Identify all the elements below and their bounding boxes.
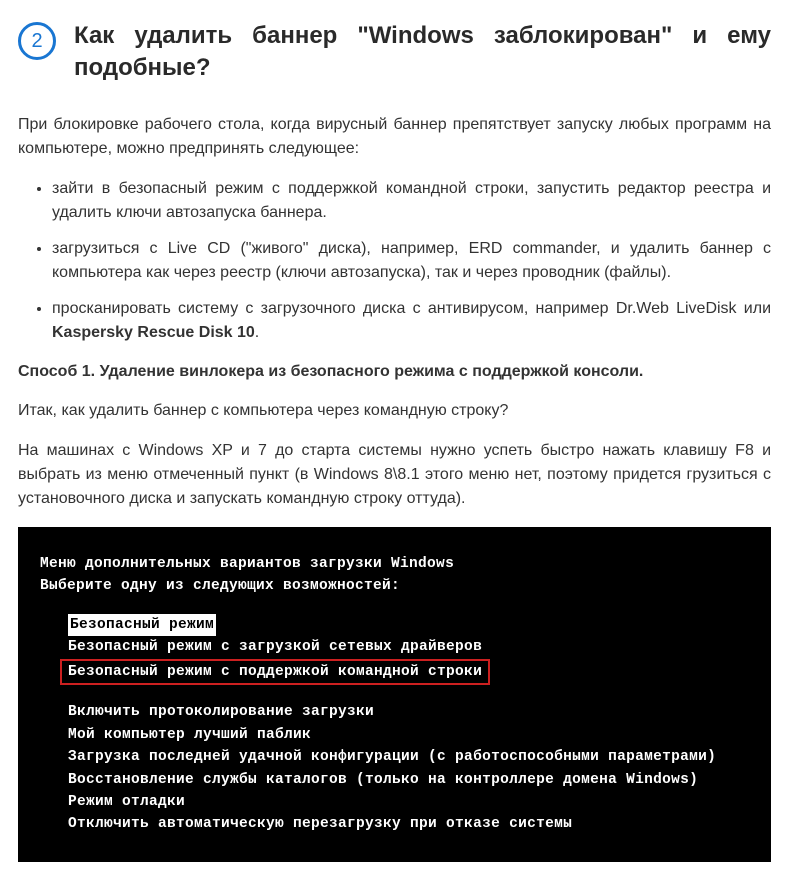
kaspersky-bold: Kaspersky Rescue Disk 10 (52, 324, 255, 341)
boot-option-highlighted: Безопасный режим с поддержкой командной … (60, 659, 490, 685)
boot-option-noreboot: Отключить автоматическую перезагрузку пр… (40, 813, 749, 835)
boot-option-dsrm: Восстановление службы каталогов (только … (40, 769, 749, 791)
boot-menu-title: Меню дополнительных вариантов загрузки W… (40, 553, 749, 575)
list-item-text: просканировать систему с загрузочного ди… (52, 300, 771, 317)
boot-menu-screenshot: Меню дополнительных вариантов загрузки W… (18, 527, 771, 862)
boot-option-safe-mode: Безопасный режим (40, 614, 749, 636)
boot-option-safe-cmd: Безопасный режим с поддержкой командной … (40, 659, 749, 685)
list-item-text: . (255, 324, 259, 341)
boot-option-debug: Режим отладки (40, 791, 749, 813)
boot-option-best: Мой компьютер лучший паблик (40, 724, 749, 746)
list-item: просканировать систему с загрузочного ди… (52, 297, 771, 345)
boot-option-safe-net: Безопасный режим с загрузкой сетевых дра… (40, 636, 749, 658)
bullet-list: зайти в безопасный режим с поддержкой ко… (18, 177, 771, 345)
section-heading: Как удалить баннер "Windows заблокирован… (74, 20, 771, 85)
instructions-paragraph: На машинах с Windows XP и 7 до старта си… (18, 439, 771, 511)
boot-option-logging: Включить протоколирование загрузки (40, 701, 749, 723)
boot-option-selected: Безопасный режим (68, 614, 216, 636)
question-paragraph: Итак, как удалить баннер с компьютера че… (18, 399, 771, 423)
intro-paragraph: При блокировке рабочего стола, когда вир… (18, 113, 771, 161)
boot-menu-prompt: Выберите одну из следующих возможностей: (40, 575, 749, 597)
boot-option-lastgood: Загрузка последней удачной конфигурации … (40, 746, 749, 768)
step-number-badge: 2 (18, 22, 56, 60)
list-item: загрузиться с Live CD ("живого" диска), … (52, 237, 771, 285)
method-1-title: Способ 1. Удаление винлокера из безопасн… (18, 363, 771, 381)
list-item: зайти в безопасный режим с поддержкой ко… (52, 177, 771, 225)
